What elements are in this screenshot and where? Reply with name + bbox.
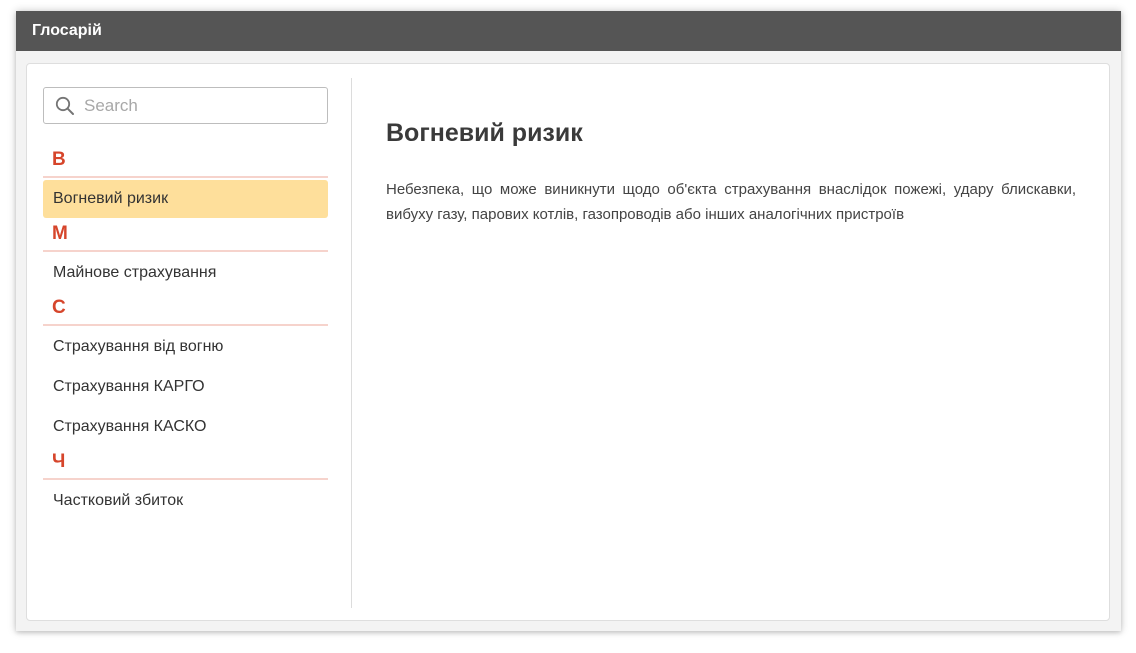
glossary-item-partial-loss[interactable]: Частковий збиток [43,482,328,520]
letter-heading-v: В [43,146,328,178]
glossary-item-fire-insurance[interactable]: Страхування від вогню [43,328,328,366]
sidebar-divider [351,78,352,608]
glossary-sidebar: В Вогневий ризик М Майнове страхування С… [43,64,328,620]
term-definition: Небезпека, що може виникнути щодо об'єкт… [386,181,1076,223]
letter-heading-ch: Ч [43,448,328,480]
search-box[interactable] [43,87,328,124]
glossary-item-fire-risk[interactable]: Вогневий ризик [43,180,328,218]
glossary-panel: В Вогневий ризик М Майнове страхування С… [26,63,1110,621]
glossary-item-property-insurance[interactable]: Майнове страхування [43,254,328,292]
search-input[interactable] [84,92,319,119]
glossary-item-cargo-insurance[interactable]: Страхування КАРГО [43,368,328,406]
term-title: Вогневий ризик [386,119,583,147]
glossary-item-kasko-insurance[interactable]: Страхування КАСКО [43,408,328,446]
search-icon [55,96,74,115]
glossary-list: В Вогневий ризик М Майнове страхування С… [43,146,328,522]
letter-heading-s: С [43,294,328,326]
letter-heading-m: М [43,220,328,252]
window-title: Глосарій [16,11,1121,51]
glossary-window: Глосарій В Вогневий ризик М Майнове стра… [16,11,1121,631]
